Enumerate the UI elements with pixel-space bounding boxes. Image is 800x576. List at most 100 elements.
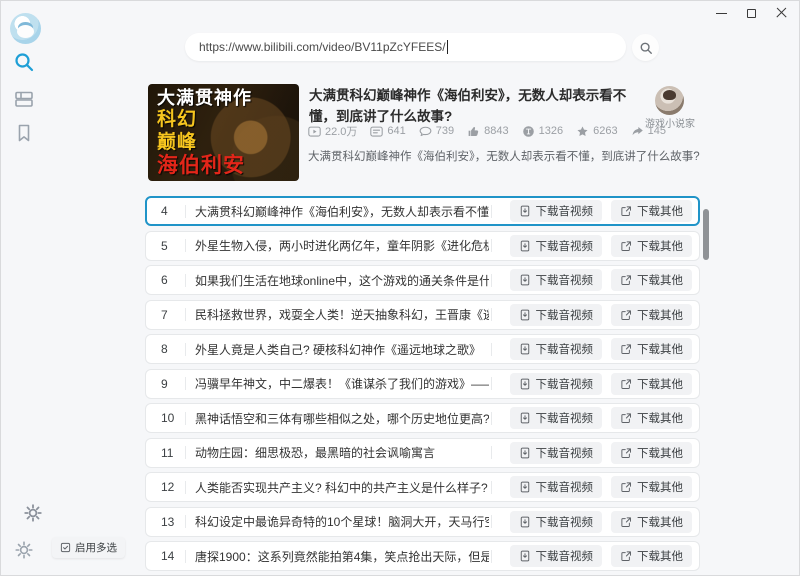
list-item[interactable]: 8 外星人竟是人类自己? 硬核科幻神作《遥远地球之歌》 下载音视频 下载其他 xyxy=(145,334,700,364)
close-button[interactable] xyxy=(766,0,796,26)
maximize-button[interactable] xyxy=(736,0,766,26)
export-icon xyxy=(620,447,632,459)
divider xyxy=(185,515,186,528)
download-other-button[interactable]: 下载其他 xyxy=(611,476,692,498)
sidebar-item-tasks[interactable] xyxy=(13,88,35,110)
download-media-icon xyxy=(519,378,531,390)
url-text: https://www.bilibili.com/video/BV11pZcYF… xyxy=(199,40,446,54)
download-media-icon xyxy=(519,447,531,459)
list-item[interactable]: 5 外星生物入侵，两小时进化两亿年，童年阴影《进化危机》洗发水拯救世界！ 下载音… xyxy=(145,231,700,261)
row-number: 12 xyxy=(161,480,183,494)
row-title: 动物庄园：细思极恐，最黑暗的社会讽喻寓言 xyxy=(195,444,489,461)
divider xyxy=(491,515,492,528)
row-title: 黑神话悟空和三体有哪些相似之处，哪个历史地位更高? xyxy=(195,410,489,427)
row-number: 9 xyxy=(161,377,183,391)
stat-danmaku: 641 xyxy=(370,125,405,138)
download-other-button[interactable]: 下载其他 xyxy=(611,338,692,360)
row-number: 5 xyxy=(161,239,183,253)
close-icon xyxy=(776,8,787,19)
download-av-button[interactable]: 下载音视频 xyxy=(510,304,603,326)
list-item[interactable]: 10 黑神话悟空和三体有哪些相似之处，哪个历史地位更高? 下载音视频 下载其他 xyxy=(145,403,700,433)
search-icon xyxy=(13,51,35,73)
download-media-icon xyxy=(519,481,531,493)
uploader-avatar xyxy=(655,86,684,115)
divider xyxy=(185,481,186,494)
export-icon xyxy=(620,205,632,217)
download-media-icon xyxy=(519,205,531,217)
download-other-button[interactable]: 下载其他 xyxy=(611,407,692,429)
collection-icon xyxy=(13,88,35,110)
divider xyxy=(491,239,492,252)
maximize-icon xyxy=(747,9,756,18)
url-input[interactable]: https://www.bilibili.com/video/BV11pZcYF… xyxy=(185,33,626,61)
download-av-button[interactable]: 下载音视频 xyxy=(510,442,603,464)
row-title: 外星人竟是人类自己? 硬核科幻神作《遥远地球之歌》 xyxy=(195,341,489,358)
download-other-button[interactable]: 下载其他 xyxy=(611,545,692,567)
stat-favorites: 6263 xyxy=(576,125,617,138)
download-other-button[interactable]: 下载其他 xyxy=(611,235,692,257)
download-other-button[interactable]: 下载其他 xyxy=(611,442,692,464)
list-item[interactable]: 4 大满贯科幻巅峰神作《海伯利安》，无数人却表示看不懂，到底讲了什么故... 下… xyxy=(145,196,700,226)
favorite-icon xyxy=(576,125,589,138)
download-other-button[interactable]: 下载其他 xyxy=(611,200,692,222)
download-other-button[interactable]: 下载其他 xyxy=(611,269,692,291)
gear-icon xyxy=(22,502,44,524)
download-media-icon xyxy=(519,516,531,528)
sidebar-item-favorites[interactable] xyxy=(13,122,35,144)
download-other-button[interactable]: 下载其他 xyxy=(611,373,692,395)
row-number: 6 xyxy=(161,273,183,287)
text-caret xyxy=(447,40,448,54)
download-av-button[interactable]: 下载音视频 xyxy=(510,407,603,429)
divider xyxy=(185,446,186,459)
video-description: 大满贯科幻巅峰神作《海伯利安》，无数人却表示看不懂，到底讲了什么故事? xyxy=(308,148,708,164)
list-item[interactable]: 11 动物庄园：细思极恐，最黑暗的社会讽喻寓言 下载音视频 下载其他 xyxy=(145,438,700,468)
list-item[interactable]: 9 冯骥早年神文，中二爆表！《谁谋杀了我们的游戏》——资本！ 下载音视频 下载其… xyxy=(145,369,700,399)
settings-button-top[interactable] xyxy=(22,502,44,524)
download-av-button[interactable]: 下载音视频 xyxy=(510,338,603,360)
download-other-button[interactable]: 下载其他 xyxy=(611,304,692,326)
search-button[interactable] xyxy=(632,34,659,61)
divider xyxy=(185,274,186,287)
list-item[interactable]: 14 唐探1900：这系列竟然能拍第4集，笑点抢出天际，但是中印联合反美 下载音… xyxy=(145,541,700,571)
download-av-button[interactable]: 下载音视频 xyxy=(510,511,603,533)
list-item[interactable]: 12 人类能否实现共产主义? 科幻中的共产主义是什么样子? 下载音视频 下载其他 xyxy=(145,472,700,502)
thumbnail-line: 大满贯神作 xyxy=(157,88,252,109)
download-av-button[interactable]: 下载音视频 xyxy=(510,269,603,291)
sidebar-item-search[interactable] xyxy=(13,51,35,73)
export-icon xyxy=(620,550,632,562)
window-controls xyxy=(706,0,796,26)
scrollbar-thumb[interactable] xyxy=(703,209,709,260)
download-av-button[interactable]: 下载音视频 xyxy=(510,373,603,395)
download-av-button[interactable]: 下载音视频 xyxy=(510,200,603,222)
list-item[interactable]: 7 民科拯救世界，戏耍全人类！逆天抽象科幻，王晋康《逃离母宇宙》 下载音视频 下… xyxy=(145,300,700,330)
play-icon xyxy=(308,125,321,138)
video-title: 大满贯科幻巅峰神作《海伯利安》，无数人却表示看不懂，到底讲了什么故事? xyxy=(309,86,643,128)
download-av-button[interactable]: 下载音视频 xyxy=(510,476,603,498)
video-thumbnail: 大满贯神作 科幻 巅峰 海伯利安 xyxy=(148,84,299,181)
list-item[interactable]: 6 如果我们生活在地球online中，这个游戏的通关条件是什么? 下载音视频 下… xyxy=(145,265,700,295)
download-other-button[interactable]: 下载其他 xyxy=(611,511,692,533)
export-icon xyxy=(620,516,632,528)
minimize-button[interactable] xyxy=(706,0,736,26)
divider xyxy=(491,274,492,287)
enable-multiselect-button[interactable]: 启用多选 xyxy=(52,537,125,558)
comment-icon xyxy=(419,125,432,138)
export-icon xyxy=(620,481,632,493)
row-title: 科幻设定中最诡异奇特的10个星球！脑洞大开，天马行空！ xyxy=(195,513,489,530)
video-stats: 22.0万 641 739 8843 1326 6263 145 xyxy=(308,123,666,139)
settings-button-bottom[interactable] xyxy=(13,539,35,561)
row-number: 11 xyxy=(161,446,183,460)
row-number: 7 xyxy=(161,308,183,322)
row-title: 如果我们生活在地球online中，这个游戏的通关条件是什么? xyxy=(195,272,489,289)
stat-views: 22.0万 xyxy=(308,123,357,139)
divider xyxy=(185,412,186,425)
thumbnail-caption: 大满贯神作 科幻 巅峰 海伯利安 xyxy=(157,88,252,179)
video-list: 4 大满贯科幻巅峰神作《海伯利安》，无数人却表示看不懂，到底讲了什么故... 下… xyxy=(145,196,700,571)
export-icon xyxy=(620,378,632,390)
download-av-button[interactable]: 下载音视频 xyxy=(510,235,603,257)
divider xyxy=(491,550,492,563)
download-av-button[interactable]: 下载音视频 xyxy=(510,545,603,567)
list-item[interactable]: 13 科幻设定中最诡异奇特的10个星球！脑洞大开，天马行空！ 下载音视频 下载其… xyxy=(145,507,700,537)
stat-shares: 145 xyxy=(631,125,666,138)
download-media-icon xyxy=(519,309,531,321)
